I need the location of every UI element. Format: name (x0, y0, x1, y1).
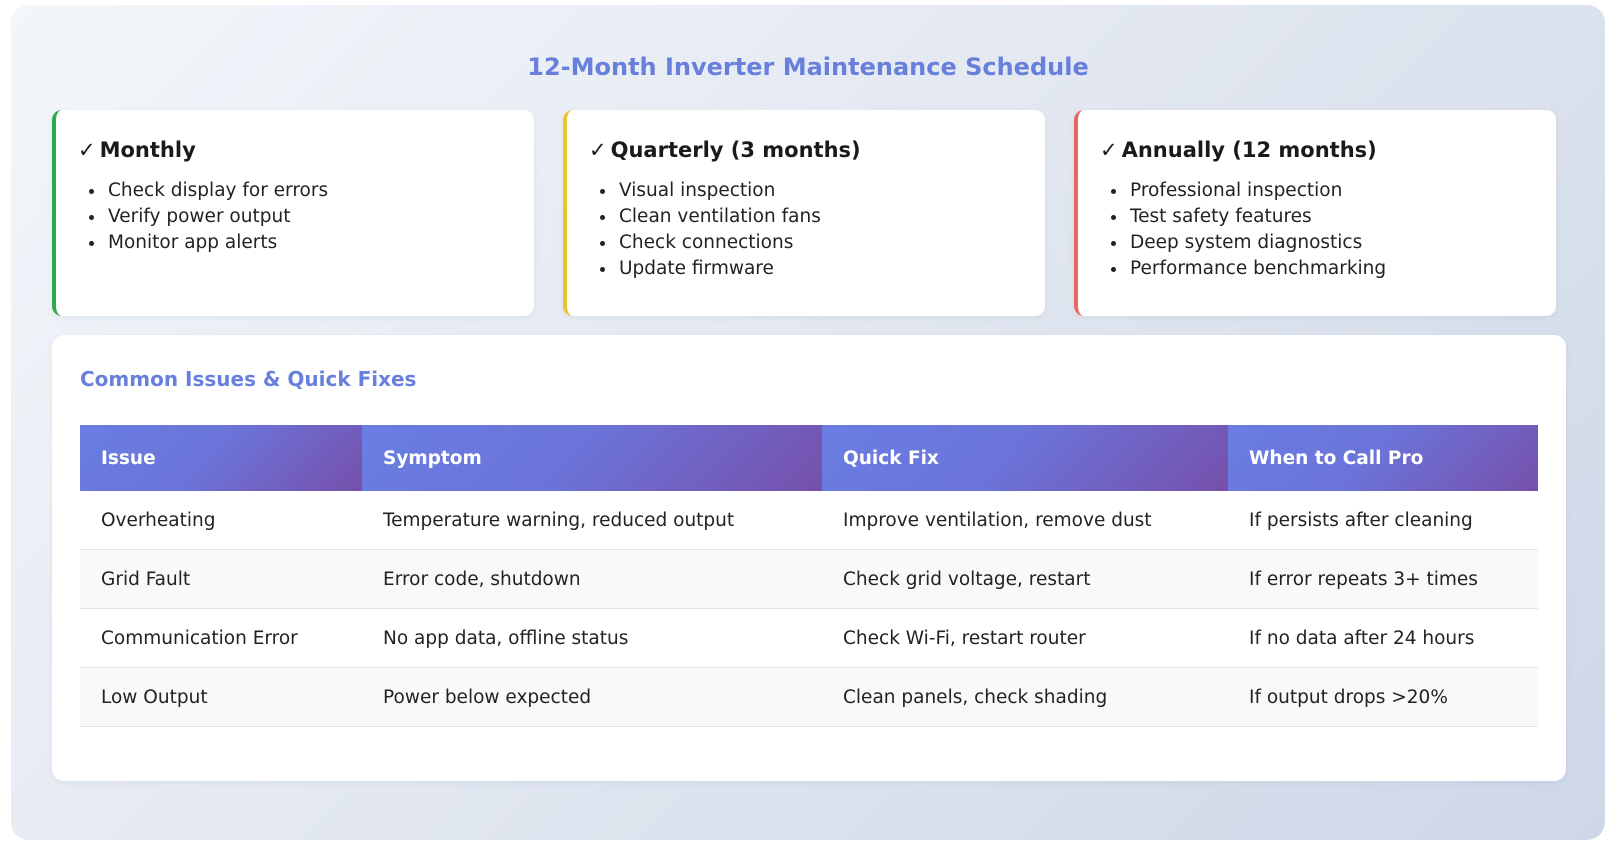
schedule-card-annually: ✓ Annually (12 months) Professional insp… (1074, 110, 1556, 316)
table-cell: Improve ventilation, remove dust (822, 491, 1228, 550)
table-cell: Overheating (80, 491, 362, 550)
table-cell: Grid Fault (80, 549, 362, 609)
table-cell: Communication Error (80, 608, 362, 668)
task-item: Clean ventilation fans (617, 204, 1025, 230)
table-cell: Check grid voltage, restart (822, 549, 1228, 609)
table-cell: No app data, offline status (362, 608, 822, 668)
checkmark-icon: ✓ (1100, 138, 1118, 162)
table-cell: If output drops >20% (1228, 667, 1538, 727)
page-frame: 12-Month Inverter Maintenance Schedule ✓… (11, 5, 1605, 840)
page-title: 12-Month Inverter Maintenance Schedule (527, 53, 1089, 81)
task-item: Test safety features (1128, 204, 1536, 230)
issues-table: Issue Symptom Quick Fix When to Call Pro… (80, 425, 1538, 727)
card-heading: ✓ Monthly (78, 138, 514, 162)
table-header-row: Issue Symptom Quick Fix When to Call Pro (80, 425, 1538, 491)
table-cell: If persists after cleaning (1228, 491, 1538, 550)
schedule-card-monthly: ✓ Monthly Check display for errors Verif… (52, 110, 534, 316)
checkmark-icon: ✓ (78, 138, 96, 162)
column-header-symptom: Symptom (362, 425, 822, 491)
task-list: Visual inspection Clean ventilation fans… (589, 178, 1025, 282)
table-cell: Check Wi-Fi, restart router (822, 608, 1228, 668)
task-item: Update firmware (617, 256, 1025, 282)
card-title: Annually (12 months) (1121, 138, 1377, 162)
issues-table-title: Common Issues & Quick Fixes (80, 367, 417, 391)
table-cell: Temperature warning, reduced output (362, 491, 822, 550)
card-title: Monthly (99, 138, 196, 162)
task-list: Professional inspection Test safety feat… (1100, 178, 1536, 282)
table-cell: If error repeats 3+ times (1228, 549, 1538, 609)
issues-panel: Common Issues & Quick Fixes Issue Sympto… (52, 335, 1566, 781)
task-item: Performance benchmarking (1128, 256, 1536, 282)
column-header-issue: Issue (80, 425, 362, 491)
schedule-cards: ✓ Monthly Check display for errors Verif… (52, 110, 1566, 316)
table-row: Low Output Power below expected Clean pa… (80, 667, 1538, 727)
table-row: Overheating Temperature warning, reduced… (80, 491, 1538, 550)
column-header-quick-fix: Quick Fix (822, 425, 1228, 491)
task-list: Check display for errors Verify power ou… (78, 178, 514, 256)
task-item: Verify power output (106, 204, 514, 230)
table-cell: Low Output (80, 667, 362, 727)
card-heading: ✓ Quarterly (3 months) (589, 138, 1025, 162)
task-item: Check display for errors (106, 178, 514, 204)
task-item: Check connections (617, 230, 1025, 256)
column-header-call-pro: When to Call Pro (1228, 425, 1538, 491)
schedule-card-quarterly: ✓ Quarterly (3 months) Visual inspection… (563, 110, 1045, 316)
checkmark-icon: ✓ (589, 138, 607, 162)
task-item: Deep system diagnostics (1128, 230, 1536, 256)
task-item: Monitor app alerts (106, 230, 514, 256)
table-cell: If no data after 24 hours (1228, 608, 1538, 668)
table-row: Communication Error No app data, offline… (80, 608, 1538, 668)
table-cell: Clean panels, check shading (822, 667, 1228, 727)
task-item: Visual inspection (617, 178, 1025, 204)
table-row: Grid Fault Error code, shutdown Check gr… (80, 549, 1538, 609)
card-title: Quarterly (3 months) (610, 138, 861, 162)
table-cell: Error code, shutdown (362, 549, 822, 609)
task-item: Professional inspection (1128, 178, 1536, 204)
card-heading: ✓ Annually (12 months) (1100, 138, 1536, 162)
table-cell: Power below expected (362, 667, 822, 727)
